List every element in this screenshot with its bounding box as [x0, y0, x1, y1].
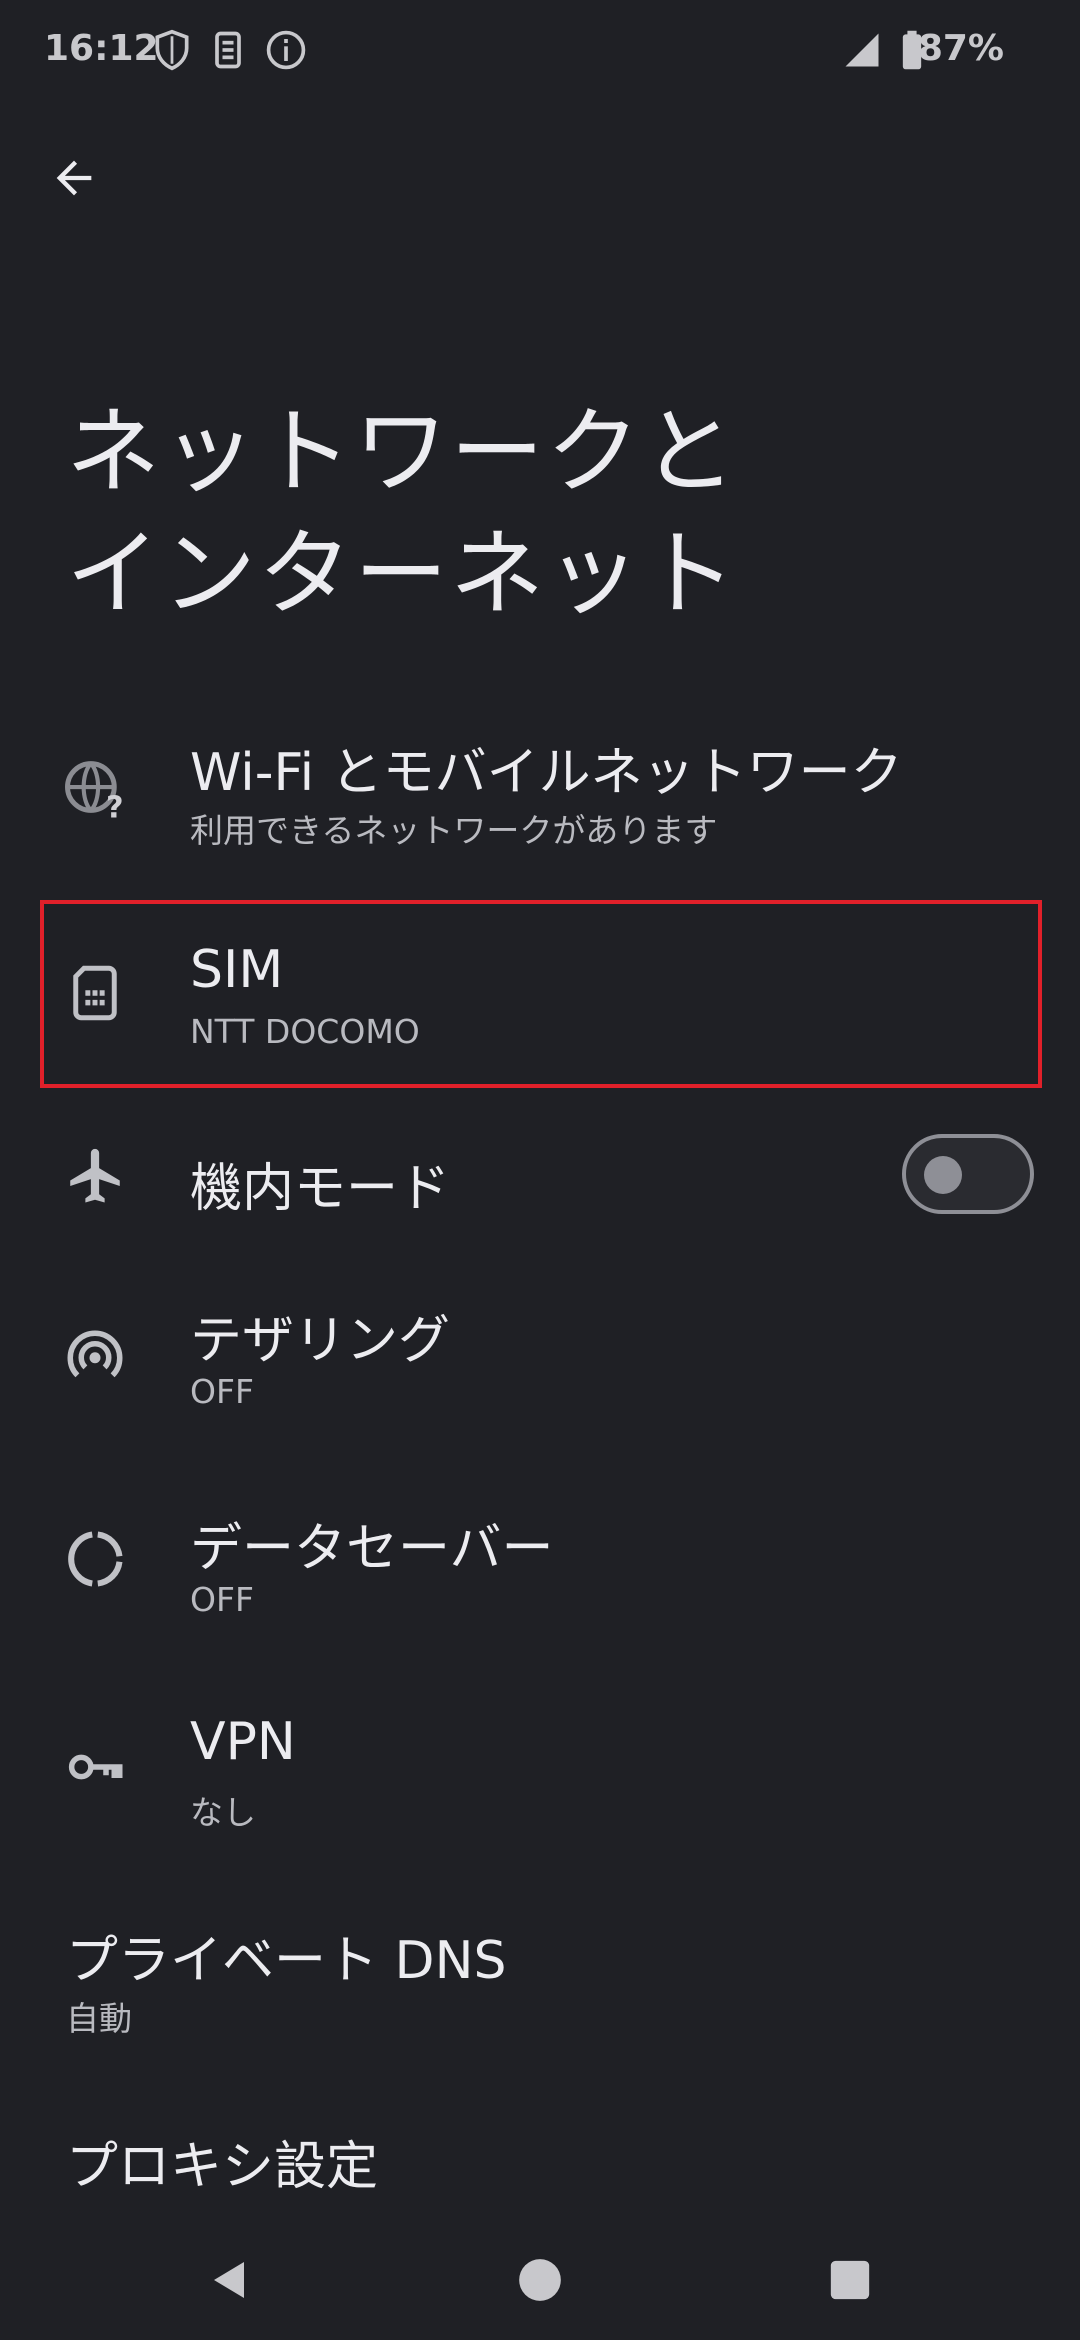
airplane-mode-toggle[interactable]: [902, 1134, 1034, 1214]
list-item-vpn[interactable]: VPN なし: [0, 1694, 1080, 1854]
nav-recents-button[interactable]: [810, 2240, 890, 2320]
signal-icon: [845, 33, 879, 67]
list-item-data-saver[interactable]: データセーバー OFF: [0, 1488, 1080, 1648]
globe-question-icon: ?: [65, 761, 124, 820]
settings-screen: 16:12 87% ネットワークと インターネット ? Wi-Fi とモバイルネ…: [0, 0, 1080, 2340]
arrow-back-icon: [56, 160, 92, 196]
data-saver-subtitle: OFF: [190, 1580, 254, 1619]
list-item-tethering[interactable]: テザリング OFF: [0, 1280, 1080, 1440]
wifi-mobile-title: Wi-Fi とモバイルネットワーク: [190, 743, 903, 803]
tethering-subtitle: OFF: [190, 1372, 254, 1411]
page-title: ネットワークと インターネット: [66, 392, 966, 636]
back-button[interactable]: [36, 140, 112, 216]
vpn-title: VPN: [190, 1712, 296, 1772]
private-dns-title: プライベート DNS: [66, 1931, 507, 1991]
wifi-mobile-subtitle: 利用できるネットワークがあります: [190, 811, 718, 850]
nav-back-icon: [214, 2262, 244, 2298]
page-title-line1: ネットワークと: [66, 398, 739, 507]
airplane-icon: [70, 1148, 120, 1203]
info-icon: [266, 30, 306, 70]
nav-recents-icon: [830, 2260, 870, 2300]
sim-toolkit-icon: [215, 31, 241, 69]
vpn-key-icon: [68, 1754, 123, 1780]
airplane-mode-title: 機内モード: [190, 1159, 451, 1219]
vpn-subtitle: なし: [190, 1793, 256, 1832]
shield-icon: [155, 29, 189, 71]
toggle-knob: [924, 1156, 962, 1194]
svg-text:?: ?: [106, 790, 124, 820]
nav-home-button[interactable]: [500, 2240, 580, 2320]
selection-highlight: [40, 900, 1042, 1088]
nav-back-button[interactable]: [190, 2240, 270, 2320]
status-bar: 16:12 87%: [0, 0, 1080, 104]
private-dns-subtitle: 自動: [66, 1999, 132, 2038]
tethering-title: テザリング: [190, 1311, 451, 1371]
data-saver-title: データセーバー: [190, 1519, 554, 1579]
hotspot-icon: [67, 1330, 123, 1378]
list-item-private-dns[interactable]: プライベート DNS 自動: [0, 1900, 1080, 2060]
data-saver-icon: [68, 1531, 123, 1587]
nav-home-icon: [519, 2259, 561, 2301]
list-item-proxy-settings[interactable]: プロキシ設定: [0, 2110, 1080, 2220]
navigation-bar: [0, 2220, 1080, 2340]
proxy-settings-title: プロキシ設定: [66, 2137, 379, 2197]
status-time: 16:12: [44, 28, 159, 69]
battery-percentage: 87%: [917, 28, 1004, 69]
page-title-line2: インターネット: [66, 520, 739, 629]
list-item-wifi-mobile[interactable]: ? Wi-Fi とモバイルネットワーク 利用できるネットワークがあります: [0, 720, 1080, 880]
